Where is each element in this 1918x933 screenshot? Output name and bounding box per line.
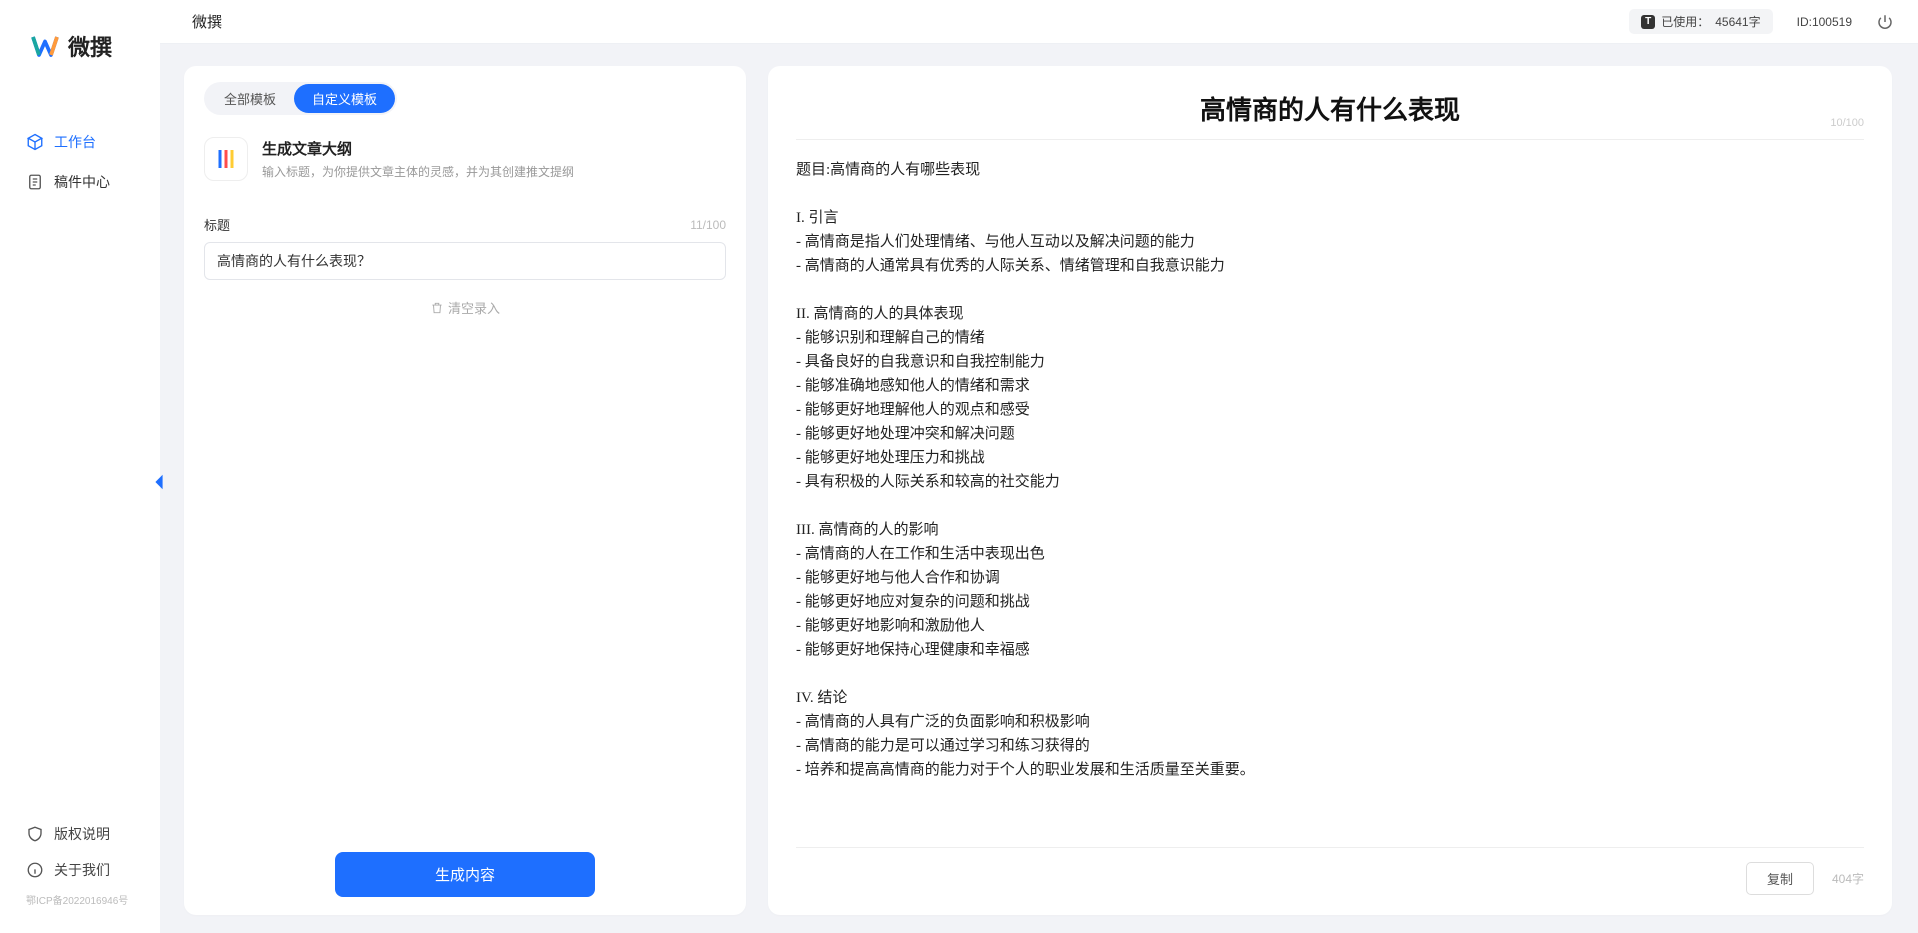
- usage-prefix: 已使用：: [1661, 13, 1709, 30]
- output-body[interactable]: 题目:高情商的人有哪些表现 I. 引言 - 高情商是指人们处理情绪、与他人互动以…: [796, 140, 1864, 847]
- nav-item-copyright[interactable]: 版权说明: [0, 816, 160, 852]
- nav-label: 稿件中心: [54, 172, 110, 192]
- info-icon: [26, 861, 44, 879]
- sidebar: 微撰 工作台 稿件中心 版权说明 关于我们 鄂ICP备2: [0, 0, 160, 933]
- nav-label: 工作台: [54, 132, 96, 152]
- clear-inputs-button[interactable]: 清空录入: [204, 298, 726, 317]
- title-input[interactable]: [204, 242, 726, 280]
- generate-button[interactable]: 生成内容: [335, 852, 595, 897]
- nav-item-about[interactable]: 关于我们: [0, 852, 160, 888]
- document-icon: [26, 173, 44, 191]
- char-count: 404字: [1832, 870, 1864, 887]
- nav-label: 版权说明: [54, 824, 110, 844]
- template-desc: 输入标题，为你提供文章主体的灵感，并为其创建推文提纲: [262, 163, 574, 180]
- clear-label: 清空录入: [448, 298, 500, 317]
- template-icon: [204, 137, 248, 181]
- title-counter: 11/100: [690, 218, 726, 232]
- copy-button[interactable]: 复制: [1746, 862, 1814, 895]
- sidebar-bottom: 版权说明 关于我们 鄂ICP备2022016946号: [0, 816, 160, 933]
- logo-text: 微撰: [68, 30, 112, 62]
- template-title: 生成文章大纲: [262, 138, 574, 159]
- tab-custom-templates[interactable]: 自定义模板: [294, 84, 395, 113]
- template-head: 生成文章大纲 输入标题，为你提供文章主体的灵感，并为其创建推文提纲: [204, 137, 726, 181]
- shield-icon: [26, 825, 44, 843]
- topbar: 微撰 T 已使用： 45641字 ID:100519: [160, 0, 1918, 44]
- workspace: 全部模板 自定义模板 生成文章大纲 输入标题，为你提供文章主体的灵感，并为其创建…: [160, 44, 1918, 933]
- output-title: 高情商的人有什么表现: [1200, 90, 1460, 127]
- output-header: 高情商的人有什么表现 10/100: [796, 90, 1864, 140]
- usage-value: 45641字: [1715, 13, 1760, 30]
- template-tabs: 全部模板 自定义模板: [204, 82, 397, 115]
- usage-badge[interactable]: T 已使用： 45641字: [1629, 9, 1772, 34]
- cube-icon: [26, 133, 44, 151]
- title-label: 标题: [204, 215, 230, 234]
- topbar-right: T 已使用： 45641字 ID:100519: [1629, 9, 1894, 34]
- nav-label: 关于我们: [54, 860, 110, 880]
- trash-icon: [430, 301, 444, 315]
- panel-left: 全部模板 自定义模板 生成文章大纲 输入标题，为你提供文章主体的灵感，并为其创建…: [184, 66, 746, 915]
- tab-all-templates[interactable]: 全部模板: [206, 84, 294, 113]
- nav: 工作台 稿件中心: [0, 82, 160, 816]
- output-footer: 复制 404字: [796, 847, 1864, 895]
- nav-item-drafts[interactable]: 稿件中心: [0, 162, 160, 202]
- logo[interactable]: 微撰: [0, 0, 160, 82]
- nav-item-workspace[interactable]: 工作台: [0, 122, 160, 162]
- user-id: ID:100519: [1797, 15, 1852, 29]
- panel-right: 高情商的人有什么表现 10/100 题目:高情商的人有哪些表现 I. 引言 - …: [768, 66, 1892, 915]
- collapse-sidebar-button[interactable]: [150, 468, 168, 496]
- power-icon[interactable]: [1876, 13, 1894, 31]
- logo-mark-icon: [30, 31, 60, 61]
- text-count-icon: T: [1641, 15, 1655, 29]
- page-title: 微撰: [184, 11, 222, 32]
- icp-text: 鄂ICP备2022016946号: [0, 888, 160, 915]
- output-title-counter: 10/100: [1830, 117, 1864, 129]
